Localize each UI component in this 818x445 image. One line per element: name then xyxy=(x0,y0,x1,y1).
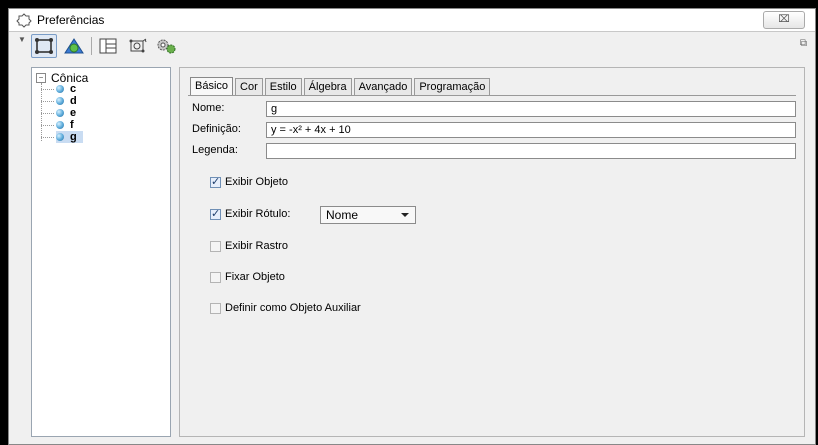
tab-avancado[interactable]: Avançado xyxy=(353,78,413,95)
tree-connector xyxy=(41,89,54,90)
caption-label: Legenda: xyxy=(192,144,238,156)
tree-connector xyxy=(41,137,54,138)
show-trace-checkbox[interactable]: Exibir Rastro xyxy=(210,240,288,252)
settings-icon[interactable] xyxy=(153,34,179,58)
chevron-down-icon xyxy=(401,213,409,217)
object-dot-icon xyxy=(56,109,64,117)
caption-row: Legenda: xyxy=(192,144,238,156)
algebra-view-icon[interactable] xyxy=(95,34,121,58)
tab-programacao[interactable]: Programação xyxy=(414,78,491,95)
show-label-checkbox[interactable]: Exibir Rótulo: xyxy=(210,207,291,220)
tree-item-label: d xyxy=(70,95,77,107)
tab-basico[interactable]: Básico xyxy=(190,77,234,96)
gear-icon xyxy=(16,13,32,28)
object-dot-icon xyxy=(56,133,64,141)
tree-item-label: f xyxy=(70,119,74,131)
checkbox-unchecked[interactable] xyxy=(210,302,221,314)
tree-connector xyxy=(41,113,54,114)
checkbox-unchecked[interactable] xyxy=(210,271,221,283)
name-label: Nome: xyxy=(192,102,225,114)
checkbox-checked[interactable] xyxy=(210,207,221,220)
tree-item[interactable]: e xyxy=(56,107,76,119)
fix-object-label: Fixar Objeto xyxy=(225,271,285,283)
tree-item-selected[interactable]: g xyxy=(56,131,83,143)
checkbox-unchecked[interactable] xyxy=(210,240,221,252)
preferences-window: Preferências ⌧ ▼ ⧉ − Cônica c d e f g Bá… xyxy=(8,8,816,445)
close-button[interactable]: ⌧ xyxy=(763,11,805,29)
show-object-checkbox[interactable]: Exibir Objeto xyxy=(210,175,288,188)
geometry-icon[interactable] xyxy=(61,34,87,58)
tab-cor[interactable]: Cor xyxy=(235,78,263,95)
object-tree: − Cônica c d e f g xyxy=(31,67,171,437)
toolbar-separator xyxy=(91,37,92,55)
show-trace-label: Exibir Rastro xyxy=(225,240,288,252)
show-label-label: Exibir Rótulo: xyxy=(225,208,291,220)
tree-item[interactable]: f xyxy=(56,119,74,131)
tree-item-label: g xyxy=(70,131,77,143)
fix-object-checkbox[interactable]: Fixar Objeto xyxy=(210,271,285,283)
tab-estilo[interactable]: Estilo xyxy=(264,78,302,95)
object-dot-icon xyxy=(56,97,64,105)
restore-icon[interactable]: ⧉ xyxy=(800,38,807,49)
collapse-icon[interactable]: − xyxy=(36,73,46,83)
auxiliary-object-checkbox[interactable]: Definir como Objeto Auxiliar xyxy=(210,302,361,314)
definition-field[interactable]: y = -x² + 4x + 10 xyxy=(266,122,796,138)
tree-connector xyxy=(41,101,54,102)
name-field[interactable]: g xyxy=(266,101,796,117)
tree-item[interactable]: d xyxy=(56,95,77,107)
window-title: Preferências xyxy=(37,13,105,27)
object-dot-icon xyxy=(56,121,64,129)
show-object-label: Exibir Objeto xyxy=(225,176,288,188)
graphics-view-icon[interactable] xyxy=(31,34,57,58)
toolbar-menu-arrow-icon[interactable]: ▼ xyxy=(18,35,26,44)
tab-algebra[interactable]: Álgebra xyxy=(303,78,352,95)
graphics2-view-icon[interactable] xyxy=(125,34,151,58)
properties-panel: Básico Cor Estilo Álgebra Avançado Progr… xyxy=(179,67,805,437)
tree-connector xyxy=(41,125,54,126)
definition-row: Definição: xyxy=(192,123,241,135)
tree-connector xyxy=(41,83,42,141)
checkbox-checked[interactable] xyxy=(210,175,221,188)
caption-field[interactable] xyxy=(266,143,796,159)
toolbar: ▼ ⧉ xyxy=(15,31,809,61)
label-mode-value: Nome xyxy=(326,208,359,222)
tree-item-label: e xyxy=(70,107,77,119)
tab-content: Nome: g Definição: y = -x² + 4x + 10 Leg… xyxy=(188,95,796,430)
tab-bar: Básico Cor Estilo Álgebra Avançado Progr… xyxy=(190,77,492,96)
title-bar: Preferências ⌧ xyxy=(9,9,815,32)
tree-item[interactable]: c xyxy=(56,83,76,95)
tree-item-label: c xyxy=(70,83,77,95)
name-row: Nome: xyxy=(192,102,224,114)
object-dot-icon xyxy=(56,85,64,93)
definition-label: Definição: xyxy=(192,123,241,135)
label-mode-select[interactable]: Nome xyxy=(320,206,416,224)
auxiliary-object-label: Definir como Objeto Auxiliar xyxy=(225,302,361,314)
